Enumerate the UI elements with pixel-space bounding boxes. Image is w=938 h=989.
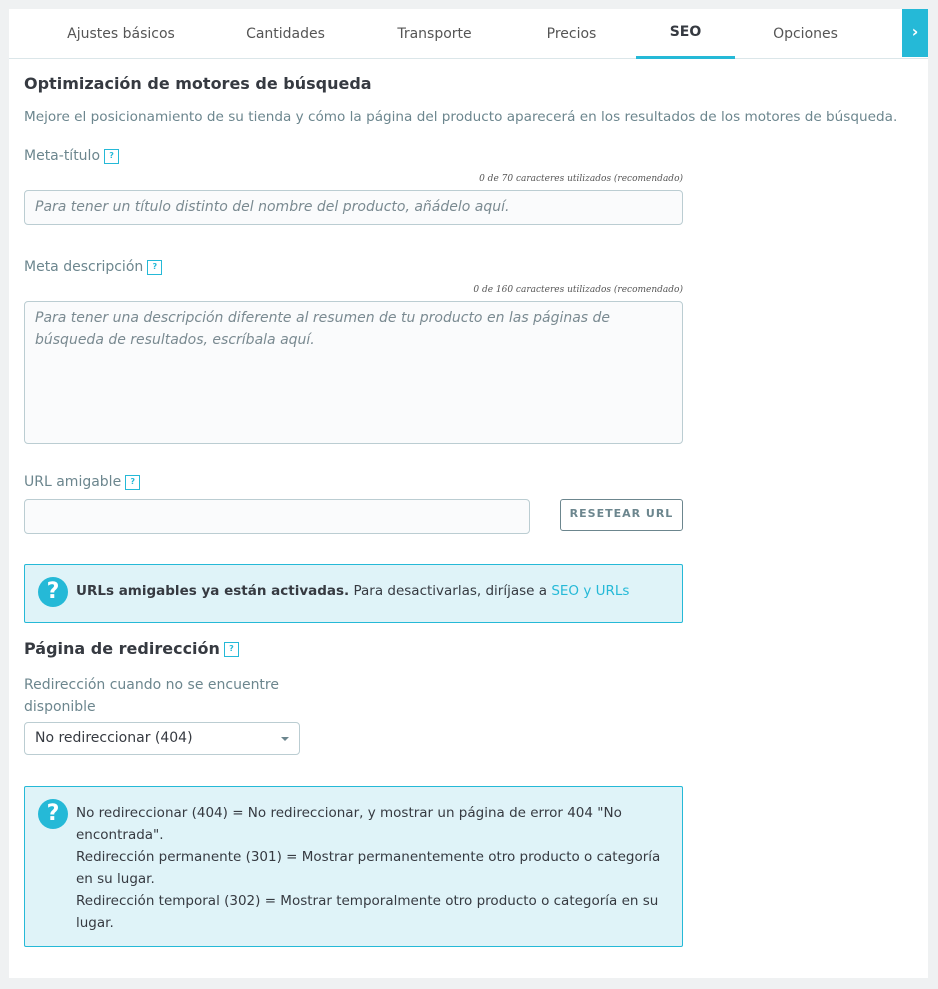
friendly-url-label: URL amigable <box>24 474 122 490</box>
tabs-next-button[interactable]: › <box>902 9 928 57</box>
tab-shipping[interactable]: Transporte <box>362 9 507 59</box>
help-icon[interactable]: ? <box>125 474 141 490</box>
meta-description-label: Meta descripción <box>24 259 144 275</box>
friendly-url-info-alert: ? URLs amigables ya están activadas. Par… <box>24 564 683 623</box>
redirect-title: Página de redirección <box>24 639 220 658</box>
meta-title-label-row: Meta-título? <box>24 148 120 164</box>
meta-title-label: Meta-título <box>24 148 101 164</box>
redirect-alert-line-302: Redirección temporal (302) = Mostrar tem… <box>76 893 659 931</box>
meta-description-counter: 0 de 160 caracteres utilizados (recomend… <box>473 285 683 295</box>
question-circle-icon: ? <box>38 577 68 607</box>
tab-basic-settings[interactable]: Ajustes básicos <box>36 9 206 59</box>
redirect-alert-line-301: Redirección permanente (301) = Mostrar p… <box>76 849 661 887</box>
friendly-url-alert-body: Para desactivarlas, diríjase a <box>349 583 552 599</box>
caret-down-icon <box>281 737 289 741</box>
help-icon[interactable]: ? <box>147 259 163 275</box>
friendly-url-alert-text: URLs amigables ya están activadas. Para … <box>76 583 676 599</box>
redirect-title-row: Página de redirección? <box>24 639 239 658</box>
tab-quantities[interactable]: Cantidades <box>209 9 362 59</box>
redirect-label: Redirección cuando no se encuentre dispo… <box>24 677 279 715</box>
section-title-seo: Optimización de motores de búsqueda <box>24 74 372 93</box>
tab-options[interactable]: Opciones <box>735 9 876 59</box>
redirect-type-selected: No redireccionar (404) <box>35 730 193 746</box>
friendly-url-label-row: URL amigable? <box>24 474 141 490</box>
help-icon[interactable]: ? <box>104 148 120 164</box>
redirect-alert-line-404: No redireccionar (404) = No redirecciona… <box>76 805 622 843</box>
meta-title-input[interactable]: Para tener un título distinto del nombre… <box>24 190 683 225</box>
redirect-info-alert: ? No redireccionar (404) = No redireccio… <box>24 786 683 947</box>
chevron-right-icon: › <box>911 22 919 41</box>
question-circle-icon: ? <box>38 799 68 829</box>
section-description-seo: Mejore el posicionamiento de su tienda y… <box>24 109 898 125</box>
meta-description-textarea[interactable]: Para tener una descripción diferente al … <box>24 301 683 444</box>
tab-seo[interactable]: SEO <box>636 9 735 59</box>
help-icon[interactable]: ? <box>223 642 239 657</box>
tab-pricing[interactable]: Precios <box>509 9 634 59</box>
redirect-type-select[interactable]: No redireccionar (404) <box>24 722 300 755</box>
redirect-alert-text: No redireccionar (404) = No redirecciona… <box>76 802 666 934</box>
reset-url-button[interactable]: RESETEAR URL <box>560 499 683 531</box>
meta-title-counter: 0 de 70 caracteres utilizados (recomenda… <box>479 174 683 184</box>
product-form-panel: Ajustes básicos Cantidades Transporte Pr… <box>9 9 928 978</box>
meta-description-label-row: Meta descripción? <box>24 259 163 275</box>
seo-urls-link[interactable]: SEO y URLs <box>551 583 629 599</box>
friendly-url-alert-bold: URLs amigables ya están activadas. <box>76 583 350 599</box>
product-tabs: Ajustes básicos Cantidades Transporte Pr… <box>9 9 928 59</box>
friendly-url-input[interactable] <box>24 499 530 534</box>
